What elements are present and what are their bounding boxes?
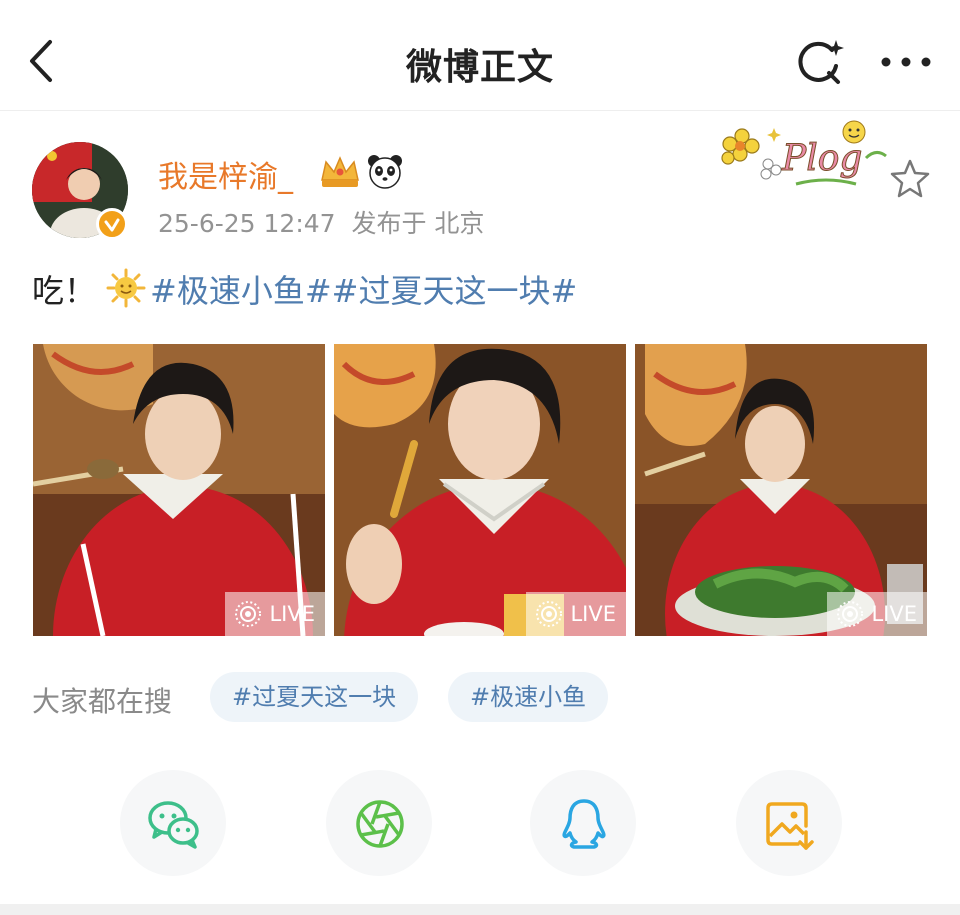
moments-icon (356, 800, 404, 848)
live-label: LIVE (269, 602, 315, 626)
topic-link[interactable]: #极速小鱼# (150, 272, 332, 310)
live-icon (837, 601, 864, 627)
hot-search-chip[interactable]: #过夏天这一块 (210, 672, 419, 722)
verified-badge-icon (96, 208, 128, 240)
post-photo[interactable]: LIVE (635, 344, 927, 636)
hot-search-label: 大家都在搜 (32, 685, 173, 718)
top-nav-bar: 微博正文 (0, 0, 960, 111)
share-moments-button[interactable] (326, 770, 432, 876)
post-body: 吃！ #极速小鱼##过夏天这一块# (32, 266, 577, 312)
live-icon (536, 601, 563, 627)
wechat-icon (148, 801, 199, 849)
plog-sticker: Plog (716, 118, 892, 198)
share-qq-button[interactable] (530, 770, 636, 876)
save-image-icon (766, 802, 814, 850)
username[interactable]: 我是梓渝_ (158, 152, 293, 196)
more-dots-icon[interactable] (876, 40, 936, 84)
save-image-button[interactable] (736, 770, 842, 876)
sun-emoji-icon (106, 268, 146, 308)
post-meta: 25-6-25 12:47 发布于 北京 (158, 209, 485, 238)
favorite-star-icon[interactable] (888, 156, 932, 200)
live-badge: LIVE (827, 592, 927, 636)
share-wechat-button[interactable] (120, 770, 226, 876)
live-badge: LIVE (225, 592, 325, 636)
search-icon[interactable] (792, 36, 846, 90)
post-photo[interactable]: LIVE (334, 344, 626, 636)
live-label: LIVE (871, 602, 917, 626)
qq-icon (562, 799, 606, 849)
live-badge: LIVE (526, 592, 626, 636)
live-label: LIVE (570, 602, 616, 626)
hot-search-chip[interactable]: #极速小鱼 (448, 672, 609, 722)
live-icon (235, 601, 262, 627)
svg-text:Plog: Plog (781, 138, 862, 179)
panda-icon (366, 152, 404, 190)
crown-icon[interactable] (318, 152, 362, 190)
bottom-divider (0, 904, 960, 915)
post-photo[interactable]: LIVE (33, 344, 325, 636)
topic-link[interactable]: #过夏天这一块# (332, 272, 578, 310)
post-text-prefix: 吃！ (32, 272, 97, 310)
